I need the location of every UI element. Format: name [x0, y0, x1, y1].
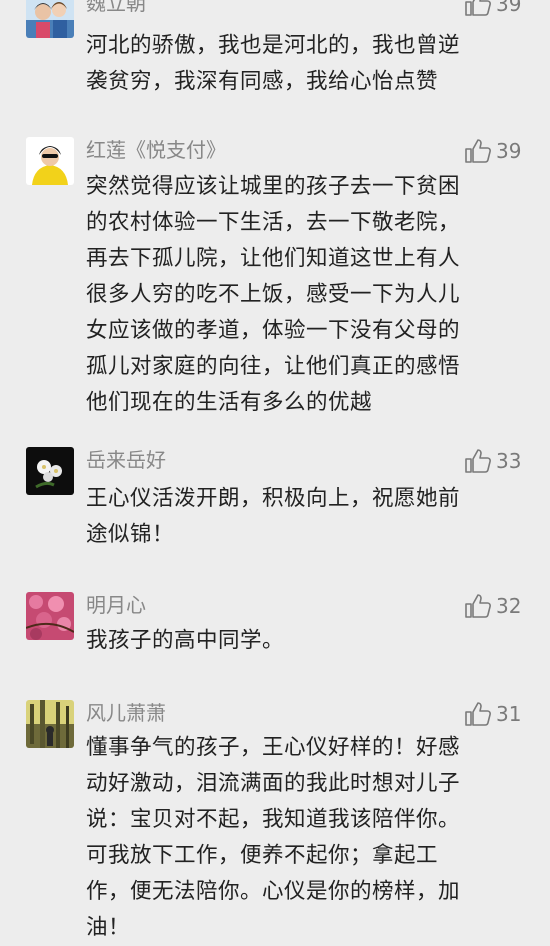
thumb-up-icon	[465, 702, 491, 726]
thumb-up-icon	[465, 139, 491, 163]
comment-text: 王心仪活泼开朗，积极向上，祝愿她前 途似锦！	[86, 481, 526, 553]
comment-line: 的农村体验一下生活，去一下敬老院，	[86, 210, 461, 235]
avatar[interactable]	[26, 137, 74, 185]
comment-text: 我孩子的高中同学。	[86, 623, 526, 659]
comment-line: 可我放下工作，便养不起你；拿起工	[86, 843, 439, 868]
comment-line: 途似锦！	[86, 522, 175, 547]
comment-line: 再去下孤儿院，让他们知道这世上有人	[86, 246, 461, 271]
comment-line: 很多人穷的吃不上饭，感受一下为人儿	[86, 282, 461, 307]
like-count: 39	[496, 0, 522, 16]
comment-line: 他们现在的生活有多么的优越	[86, 390, 373, 415]
avatar[interactable]	[26, 700, 74, 748]
thumb-up-icon	[465, 449, 491, 473]
comment-line: 河北的骄傲，我也是河北的，我也曾逆	[86, 33, 461, 58]
comment-line: 懂事争气的孩子，王心仪好样的！好感	[86, 735, 461, 760]
like-button[interactable]: 39	[464, 0, 521, 18]
comment-line: 孤儿对家庭的向往，让他们真正的感悟	[86, 354, 461, 379]
avatar[interactable]	[26, 0, 74, 38]
comment-text: 河北的骄傲，我也是河北的，我也曾逆 袭贫穷，我深有同感，我给心怡点赞	[86, 28, 526, 100]
commenter-name[interactable]: 风儿萧萧	[86, 700, 166, 726]
commenter-name[interactable]: 明月心	[86, 592, 146, 618]
comment-line: 我孩子的高中同学。	[86, 628, 285, 653]
like-button[interactable]: 31	[464, 700, 521, 728]
comment-line: 女应该做的孝道，体验一下没有父母的	[86, 318, 461, 343]
comment-line: 说：宝贝对不起，我知道我该陪伴你。	[86, 807, 461, 832]
like-button[interactable]: 33	[464, 447, 521, 475]
like-count: 39	[496, 139, 522, 163]
thumb-up-icon	[465, 0, 491, 16]
commenter-name[interactable]: 魏立朝	[86, 0, 146, 16]
avatar[interactable]	[26, 447, 74, 495]
commenter-name[interactable]: 岳来岳好	[86, 447, 166, 473]
comment-text: 突然觉得应该让城里的孩子去一下贫困 的农村体验一下生活，去一下敬老院， 再去下孤…	[86, 169, 526, 421]
avatar[interactable]	[26, 592, 74, 640]
comment-text: 懂事争气的孩子，王心仪好样的！好感 动好激动，泪流满面的我此时想对儿子 说：宝贝…	[86, 730, 526, 946]
like-button[interactable]: 39	[464, 137, 521, 165]
comment-line: 突然觉得应该让城里的孩子去一下贫困	[86, 174, 461, 199]
comment-line: 袭贫穷，我深有同感，我给心怡点赞	[86, 69, 439, 94]
thumb-up-icon	[465, 594, 491, 618]
like-count: 32	[496, 594, 522, 618]
comment-line: 王心仪活泼开朗，积极向上，祝愿她前	[86, 486, 461, 511]
comment-line: 油！	[86, 915, 131, 940]
comment-line: 作，便无法陪你。心仪是你的榜样，加	[86, 879, 461, 904]
commenter-name[interactable]: 红莲《悦支付》	[86, 137, 226, 163]
like-count: 33	[496, 449, 522, 473]
like-count: 31	[496, 702, 522, 726]
like-button[interactable]: 32	[464, 592, 521, 620]
comment-line: 动好激动，泪流满面的我此时想对儿子	[86, 771, 461, 796]
